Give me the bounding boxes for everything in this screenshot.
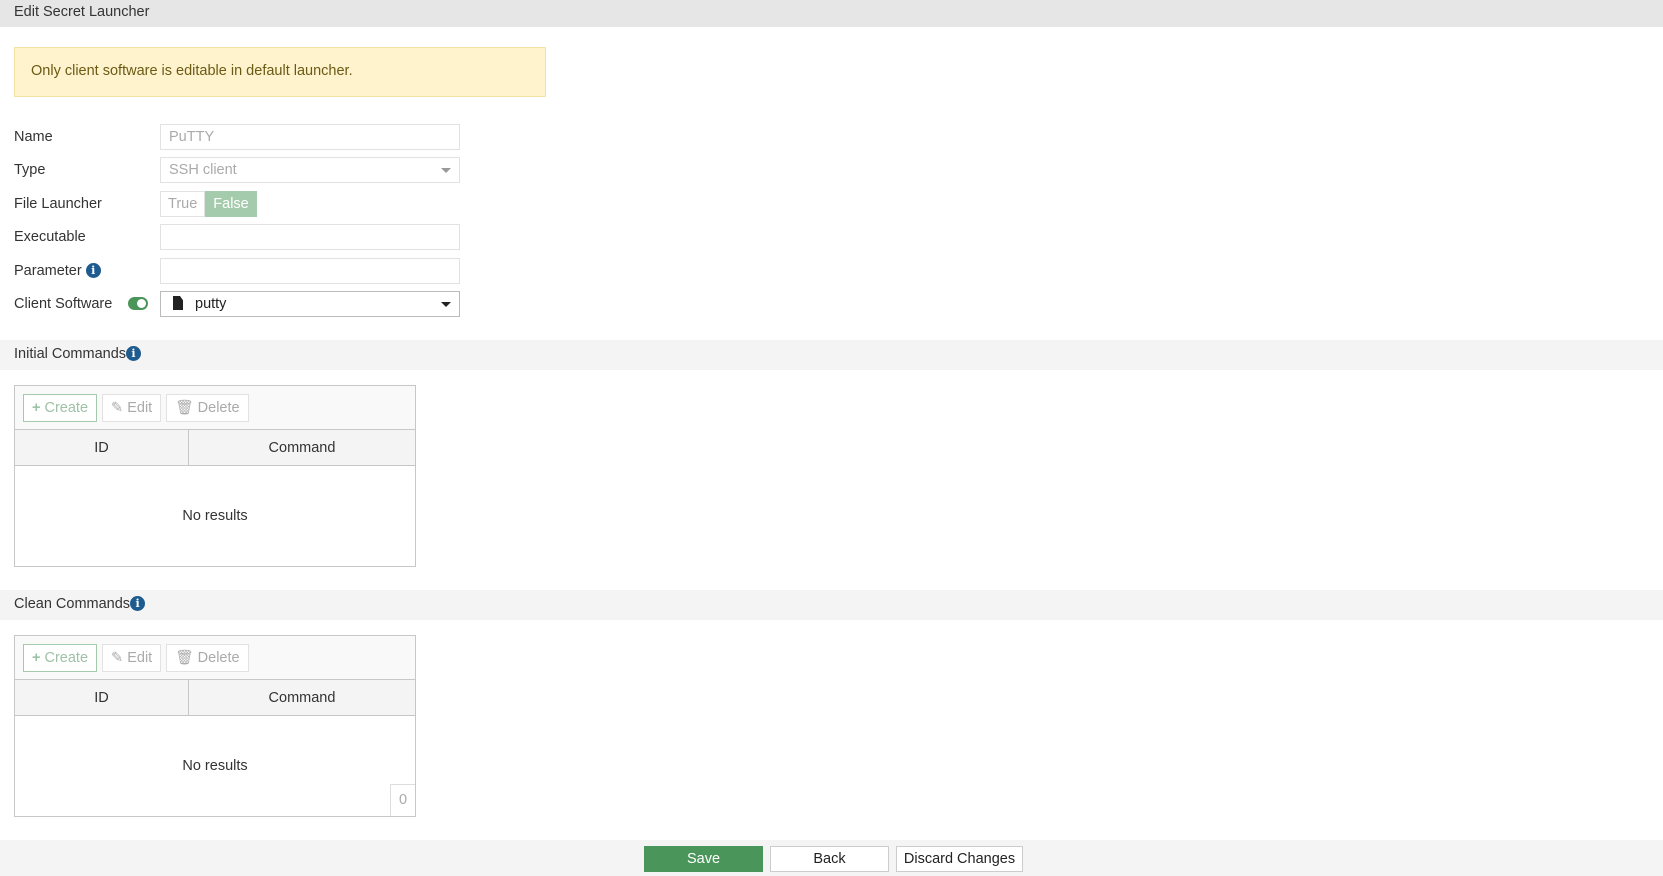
- client-software-toggle[interactable]: [128, 297, 148, 310]
- table-header: ID Command: [15, 430, 415, 466]
- client-software-value: putty: [195, 296, 227, 312]
- parameter-input[interactable]: [160, 258, 460, 284]
- pencil-icon: ✎: [111, 650, 124, 666]
- footer: Save Back Discard Changes: [0, 840, 1663, 876]
- name-label: Name: [14, 129, 53, 145]
- table-header: ID Command: [15, 680, 415, 716]
- initial-commands-header: Initial Commands i: [0, 340, 1663, 370]
- edit-button[interactable]: ✎ Edit: [102, 644, 162, 672]
- client-software-label: Client Software: [14, 296, 113, 312]
- file-zip-icon: [173, 296, 183, 310]
- trash-icon: 🗑: [175, 650, 194, 666]
- info-icon[interactable]: i: [126, 346, 142, 361]
- name-input[interactable]: PuTTY: [160, 124, 460, 150]
- file-launcher-toggle: True False: [160, 191, 257, 217]
- empty-message: No results: [182, 508, 248, 524]
- back-button[interactable]: Back: [770, 846, 889, 872]
- clean-commands-title: Clean Commands: [14, 596, 131, 612]
- column-command[interactable]: Command: [189, 430, 415, 465]
- executable-label: Executable: [14, 229, 86, 245]
- trash-icon: 🗑: [175, 400, 194, 416]
- empty-message: No results: [182, 758, 248, 774]
- parameter-label-wrap: Parameter i: [14, 258, 101, 284]
- type-value: SSH client: [169, 162, 237, 178]
- info-icon[interactable]: i: [85, 263, 101, 278]
- true-option[interactable]: True: [160, 191, 206, 217]
- pencil-icon: ✎: [111, 400, 124, 416]
- table-toolbar: + Create ✎ Edit 🗑 Delete: [15, 636, 415, 680]
- edit-button[interactable]: ✎ Edit: [102, 394, 162, 422]
- create-button[interactable]: + Create: [23, 644, 98, 672]
- plus-icon: +: [32, 650, 41, 666]
- delete-button[interactable]: 🗑 Delete: [166, 394, 249, 422]
- false-option[interactable]: False: [205, 191, 257, 217]
- table-toolbar: + Create ✎ Edit 🗑 Delete: [15, 386, 415, 430]
- file-launcher-label: File Launcher: [14, 196, 102, 212]
- info-icon[interactable]: i: [130, 596, 146, 611]
- clean-commands-table: + Create ✎ Edit 🗑 Delete ID Command No res…: [14, 635, 416, 817]
- column-command[interactable]: Command: [189, 680, 415, 715]
- chevron-down-icon: [441, 168, 451, 173]
- initial-commands-table: + Create ✎ Edit 🗑 Delete ID Command No res…: [14, 385, 416, 567]
- discard-changes-button[interactable]: Discard Changes: [896, 846, 1023, 872]
- column-id[interactable]: ID: [15, 680, 189, 715]
- column-id[interactable]: ID: [15, 430, 189, 465]
- page-title: Edit Secret Launcher: [0, 0, 1663, 27]
- info-alert: Only client software is editable in defa…: [14, 47, 546, 97]
- chevron-down-icon: [441, 302, 451, 307]
- client-software-select[interactable]: putty: [160, 291, 460, 317]
- save-button[interactable]: Save: [644, 846, 763, 872]
- delete-button[interactable]: 🗑 Delete: [166, 644, 249, 672]
- clean-commands-header: Clean Commands i: [0, 590, 1663, 620]
- type-select[interactable]: SSH client: [160, 157, 460, 183]
- parameter-label: Parameter: [14, 263, 82, 279]
- initial-commands-title: Initial Commands: [14, 346, 127, 362]
- plus-icon: +: [32, 400, 41, 416]
- row-count: 0: [390, 784, 415, 816]
- type-label: Type: [14, 162, 46, 178]
- executable-input[interactable]: [160, 224, 460, 250]
- create-button[interactable]: + Create: [23, 394, 98, 422]
